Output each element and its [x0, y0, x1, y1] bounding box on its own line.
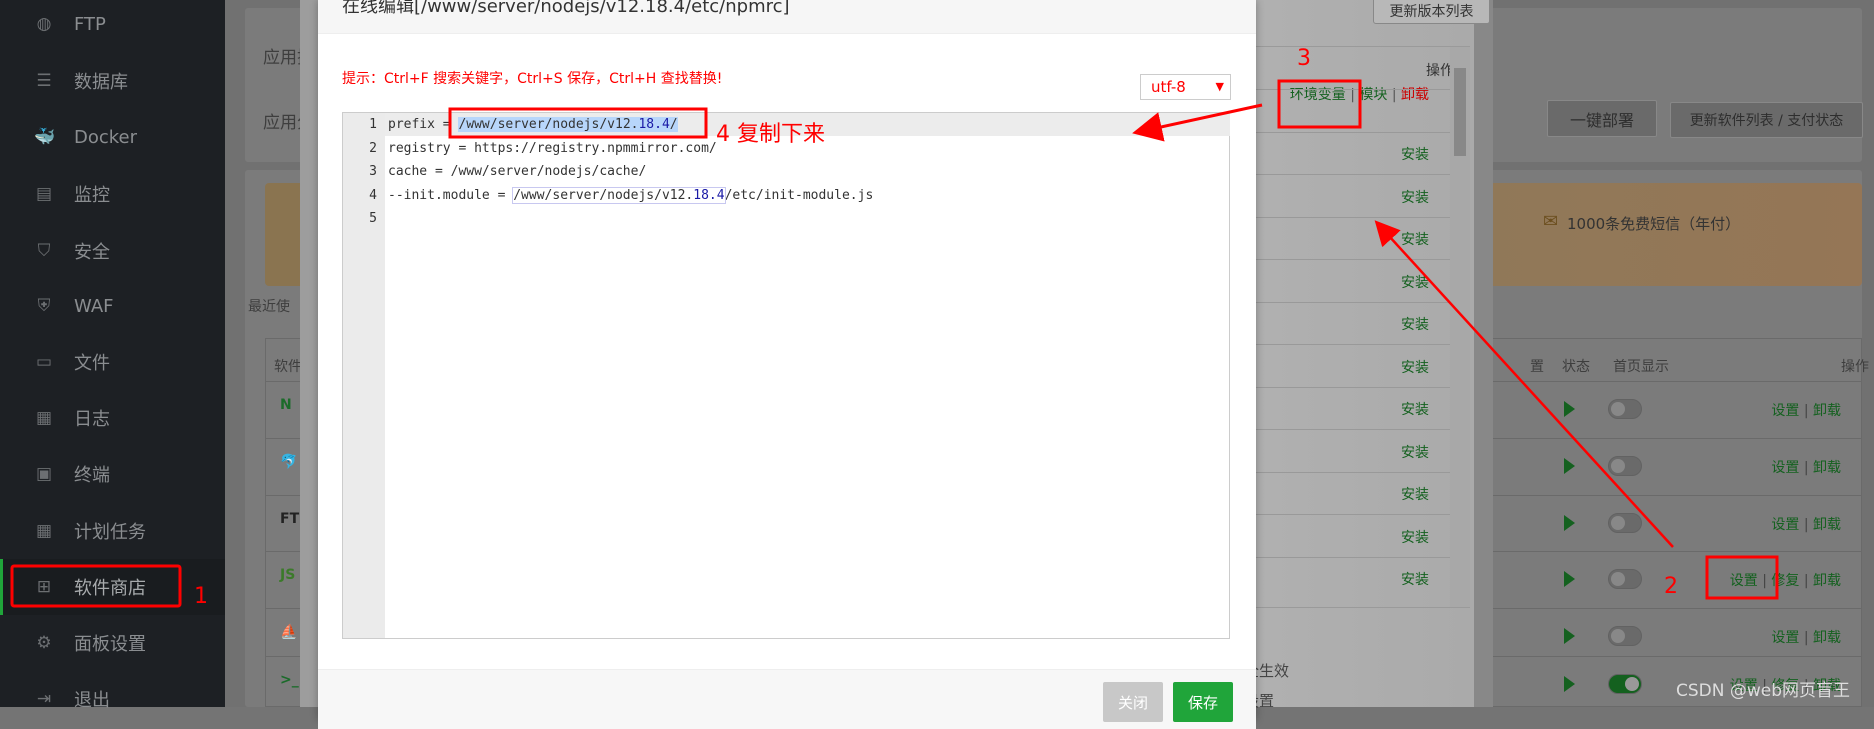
annotation-box-1	[10, 564, 182, 608]
annotation-box-2	[1705, 555, 1779, 600]
annotation-step-3: 3	[1297, 46, 1311, 71]
annotation-arrow-3-to-4	[1132, 103, 1263, 142]
annotation-box-4	[448, 107, 708, 139]
annotation-step-1: 1	[194, 584, 208, 609]
annotation-step-2: 2	[1664, 574, 1678, 599]
watermark: CSDN @web网页盲王	[1676, 681, 1851, 701]
annotation-step-4: 4 复制下来	[716, 122, 825, 147]
annotation-layer	[10, 79, 1779, 608]
annotation-arrow-2-to-3	[1374, 220, 1674, 548]
annotation-box-3	[1277, 79, 1362, 129]
